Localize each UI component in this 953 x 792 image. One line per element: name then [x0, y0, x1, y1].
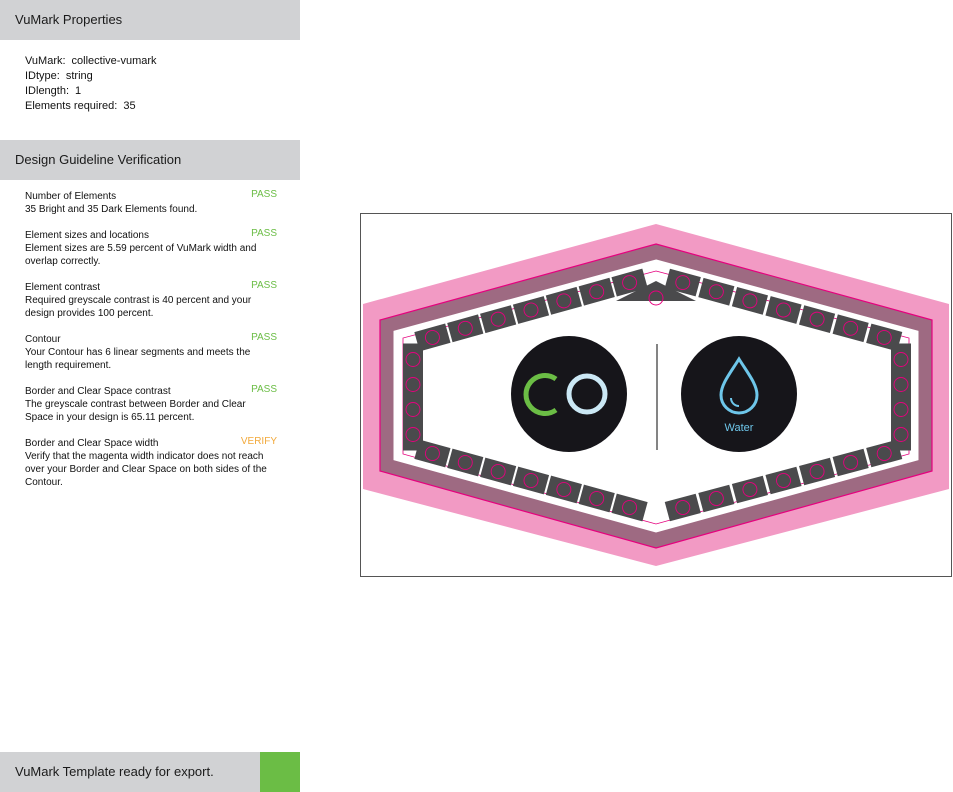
check-item: Border and Clear Space width Verify that… — [25, 436, 280, 489]
elements-required-value: 35 — [123, 100, 136, 112]
export-status-message: VuMark Template ready for export. — [0, 752, 260, 792]
logo-circle-right — [681, 336, 797, 452]
vumark-name-row: VuMark: collective-vumark — [25, 54, 157, 69]
idtype-row: IDtype: string — [25, 69, 157, 84]
check-title: Element contrast — [25, 282, 101, 293]
verification-header: Design Guideline Verification — [0, 140, 300, 180]
check-status: VERIFY — [240, 436, 277, 447]
vumark-preview: Water — [360, 213, 952, 577]
check-status: PASS — [251, 332, 277, 343]
check-title: Contour — [25, 334, 61, 345]
check-title: Border and Clear Space contrast — [25, 386, 171, 397]
check-status: PASS — [251, 384, 277, 395]
vumark-properties: VuMark: collective-vumark IDtype: string I… — [25, 54, 157, 114]
idlength-row: IDlength: 1 — [25, 84, 157, 99]
water-label: Water — [725, 422, 754, 434]
check-description: Required greyscale contrast is 40 percen… — [25, 295, 252, 319]
check-description: Your Contour has 6 linear segments and m… — [25, 347, 251, 371]
vumark-element — [891, 418, 911, 451]
vumark-properties-header: VuMark Properties — [0, 0, 300, 40]
check-item: Number of Elements 35 Bright and 35 Dark… — [25, 189, 280, 216]
check-status: PASS — [251, 189, 277, 200]
export-ready-indicator — [260, 752, 300, 792]
check-description: 35 Bright and 35 Dark Elements found. — [25, 204, 198, 215]
check-description: Element sizes are 5.59 percent of VuMark… — [25, 243, 257, 267]
vumark-element — [403, 418, 423, 451]
check-status: PASS — [251, 228, 277, 239]
idlength-label: IDlength: — [25, 85, 70, 97]
vumark-name-label: VuMark: — [25, 55, 66, 67]
check-item: Contour Your Contour has 6 linear segmen… — [25, 332, 280, 372]
vumark-graphic: Water — [363, 224, 949, 566]
vumark-name-value: collective-vumark — [71, 55, 157, 67]
elements-required-row: Elements required: 35 — [25, 99, 157, 114]
check-item: Border and Clear Space contrast The grey… — [25, 384, 280, 424]
check-title: Number of Elements — [25, 191, 117, 202]
check-description: The greyscale contrast between Border an… — [25, 399, 246, 423]
check-title: Element sizes and locations — [25, 230, 149, 241]
check-item: Element contrast Required greyscale cont… — [25, 280, 280, 320]
idlength-value: 1 — [75, 85, 82, 97]
elements-required-label: Elements required: — [25, 100, 118, 112]
check-item: Element sizes and locations Element size… — [25, 228, 280, 268]
verification-list: Number of Elements 35 Bright and 35 Dark… — [25, 189, 280, 502]
check-status: PASS — [251, 280, 277, 291]
idtype-value: string — [65, 70, 93, 82]
check-description: Verify that the magenta width indicator … — [25, 451, 267, 488]
idtype-label: IDtype: — [25, 70, 60, 82]
